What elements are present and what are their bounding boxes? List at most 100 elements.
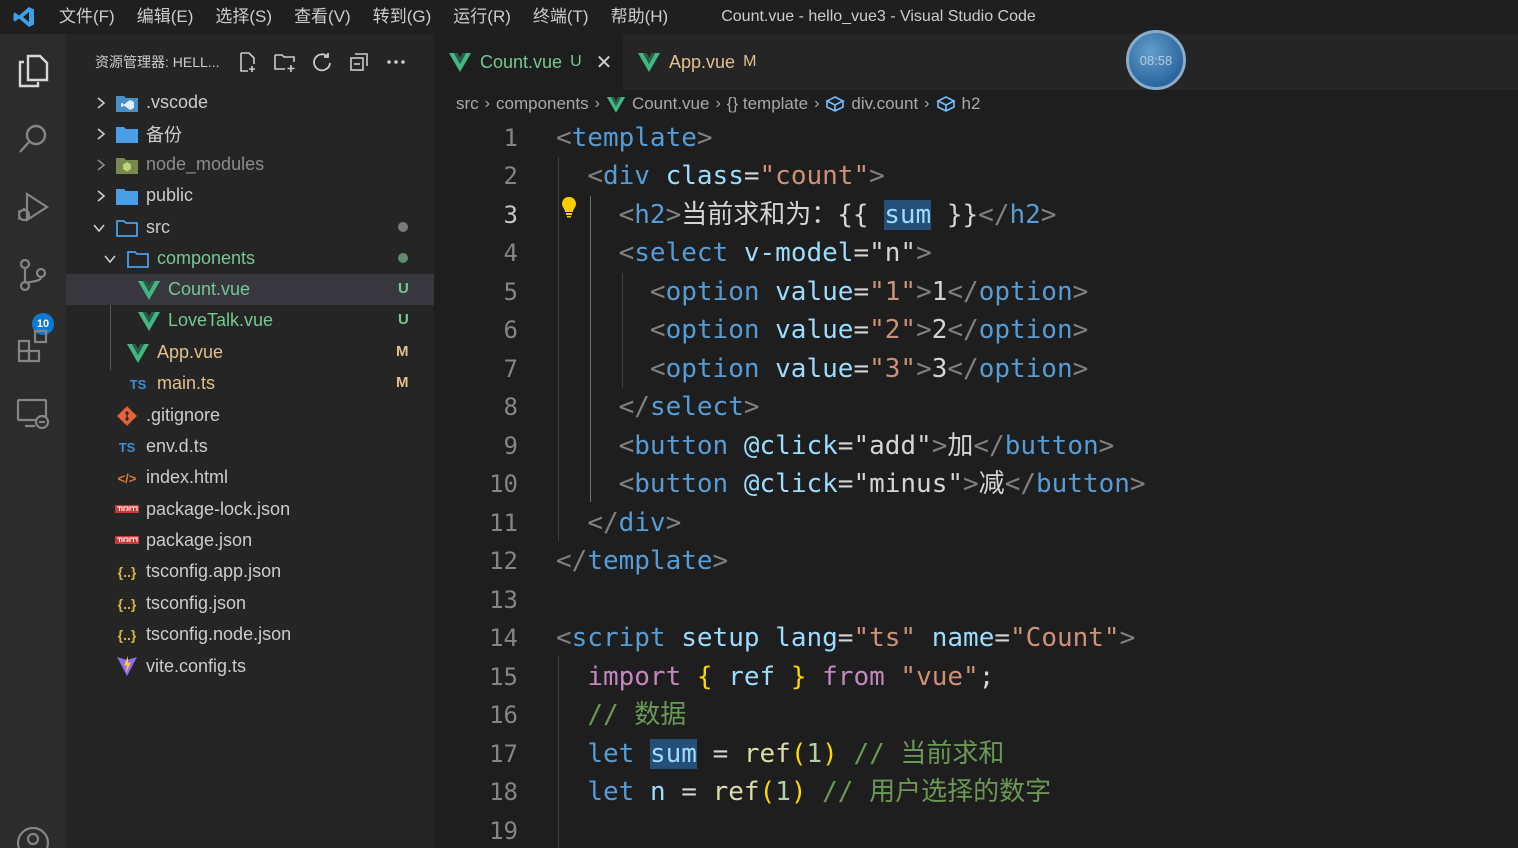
git-status-untracked: U <box>398 280 409 297</box>
menu-selection[interactable]: 选择(S) <box>204 0 283 34</box>
breadcrumb-item[interactable]: src <box>456 94 479 114</box>
tree-item-vite-config-ts[interactable]: vite.config.ts <box>66 651 434 682</box>
menu-file[interactable]: 文件(F) <box>48 0 126 34</box>
tree-item-main-ts[interactable]: TS main.ts M <box>66 368 434 399</box>
source-control-icon[interactable] <box>12 254 54 296</box>
floating-clock-widget: 08:58 <box>1126 30 1186 90</box>
breadcrumb-item-element[interactable]: div.count <box>825 94 918 114</box>
code-line: 6 <option value="2">2</option> <box>434 311 1518 349</box>
breadcrumb-label: h2 <box>961 94 981 113</box>
collapse-all-icon[interactable] <box>346 50 371 75</box>
tree-item-package-json[interactable]: package.json <box>66 525 434 556</box>
json-icon: {..} <box>117 627 137 643</box>
breadcrumb-item-element[interactable]: h2 <box>935 94 981 114</box>
line-number: 13 <box>489 586 518 614</box>
menu-help[interactable]: 帮助(H) <box>600 0 680 34</box>
line-number: 11 <box>489 509 518 537</box>
folder-icon <box>114 123 140 145</box>
code-line: 10 <button @click="minus">减</button> <box>434 465 1518 503</box>
folder-open-icon <box>125 248 151 270</box>
code-text: <button @click="add">加</button> <box>618 431 1115 461</box>
remote-explorer-icon[interactable] <box>12 392 54 434</box>
tree-item-env-d-ts[interactable]: TS env.d.ts <box>66 431 434 462</box>
line-number: 10 <box>489 470 518 498</box>
tree-item-src[interactable]: src <box>66 212 434 243</box>
more-actions-icon[interactable] <box>383 50 408 75</box>
tab-count-vue[interactable]: Count.vue U ✕ <box>434 34 622 90</box>
chevron-right-icon <box>97 128 106 140</box>
line-number: 6 <box>503 316 518 344</box>
account-icon[interactable] <box>12 822 54 848</box>
tree-item-tsconfig-node-json[interactable]: {..} tsconfig.node.json <box>66 619 434 650</box>
tab-app-vue[interactable]: App.vue M <box>622 34 794 90</box>
tree-item-gitignore[interactable]: .gitignore <box>66 400 434 431</box>
tree-item-tsconfig-json[interactable]: {..} tsconfig.json <box>66 588 434 619</box>
line-number: 5 <box>503 278 518 306</box>
tree-item-public[interactable]: public <box>66 180 434 211</box>
html-icon: </> <box>117 470 137 486</box>
tree-item-label: tsconfig.json <box>146 593 247 613</box>
explorer-header: 资源管理器: HELL... <box>66 34 434 90</box>
tree-item-backup[interactable]: 备份 <box>66 118 434 149</box>
line-number: 12 <box>489 547 518 575</box>
run-debug-icon[interactable] <box>12 186 54 228</box>
chevron-right-icon <box>97 97 106 109</box>
code-line: 18 let n = ref(1) // 用户选择的数字 <box>434 773 1518 811</box>
search-icon[interactable] <box>12 118 54 160</box>
code-editor[interactable]: 1 <template> 2 <div class="count"> 3 <h2… <box>434 118 1518 848</box>
tree-item-label: components <box>157 248 256 268</box>
menu-terminal[interactable]: 终端(T) <box>522 0 600 34</box>
tab-git-status: M <box>743 53 757 70</box>
menu-go[interactable]: 转到(G) <box>362 0 443 34</box>
breadcrumb-item[interactable]: {} template <box>727 94 808 114</box>
breadcrumb-item-file[interactable]: Count.vue <box>606 94 709 114</box>
tree-item-package-lock-json[interactable]: package-lock.json <box>66 494 434 525</box>
tree-item-vscode[interactable]: .vscode <box>66 87 434 118</box>
ts-icon: TS <box>118 439 136 455</box>
explorer-title: 资源管理器: HELL... <box>95 54 220 70</box>
tree-item-label: package-lock.json <box>146 499 291 519</box>
code-text: <option value="2">2</option> <box>649 315 1089 345</box>
activity-bar: 10 <box>0 34 66 848</box>
menu-view[interactable]: 查看(V) <box>283 0 362 34</box>
tree-item-index-html[interactable]: </> index.html <box>66 462 434 493</box>
chevron-right-icon: › <box>484 95 490 112</box>
line-number: 17 <box>489 740 518 768</box>
code-text: import { ref } from "vue"; <box>587 662 995 692</box>
extensions-icon[interactable] <box>12 324 54 366</box>
line-number: 15 <box>489 663 518 691</box>
breadcrumb-item[interactable]: components <box>496 94 589 114</box>
tree-item-app-vue[interactable]: App.vue M <box>66 337 434 368</box>
git-status-untracked: U <box>398 311 409 328</box>
explorer-icon[interactable] <box>12 50 54 92</box>
tree-item-label: App.vue <box>157 342 224 362</box>
line-number: 18 <box>489 778 518 806</box>
tree-item-count-vue[interactable]: Count.vue U <box>66 274 434 305</box>
line-number: 3 <box>503 201 518 229</box>
code-line: 5 <option value="1">1</option> <box>434 273 1518 311</box>
tree-item-lovetalk-vue[interactable]: LoveTalk.vue U <box>66 305 434 336</box>
line-number: 14 <box>489 624 518 652</box>
refresh-icon[interactable] <box>309 50 334 75</box>
chevron-right-icon <box>97 190 106 202</box>
menu-edit[interactable]: 编辑(E) <box>126 0 205 34</box>
chevron-right-icon: › <box>715 95 721 112</box>
tree-item-node-modules[interactable]: node_modules <box>66 149 434 180</box>
tree-item-components[interactable]: components <box>66 243 434 274</box>
new-folder-icon[interactable] <box>272 50 297 75</box>
code-text: <option value="1">1</option> <box>649 277 1089 307</box>
line-number: 19 <box>489 817 518 845</box>
line-number: 7 <box>503 355 518 383</box>
tree-item-tsconfig-app-json[interactable]: {..} tsconfig.app.json <box>66 556 434 587</box>
tree-item-label: package.json <box>146 530 253 550</box>
explorer-sidebar: 资源管理器: HELL... .vscode 备份 node_modules p… <box>66 34 434 848</box>
line-number: 9 <box>503 432 518 460</box>
tree-item-label: src <box>146 217 170 237</box>
git-status-modified: M <box>396 343 409 360</box>
menu-run[interactable]: 运行(R) <box>442 0 522 34</box>
code-comment: // 用户选择的数字 <box>822 777 1052 807</box>
vue-icon <box>136 279 162 301</box>
title-bar: 文件(F) 编辑(E) 选择(S) 查看(V) 转到(G) 运行(R) 终端(T… <box>0 0 1518 34</box>
close-icon[interactable]: ✕ <box>596 50 613 75</box>
new-file-icon[interactable] <box>235 50 260 75</box>
